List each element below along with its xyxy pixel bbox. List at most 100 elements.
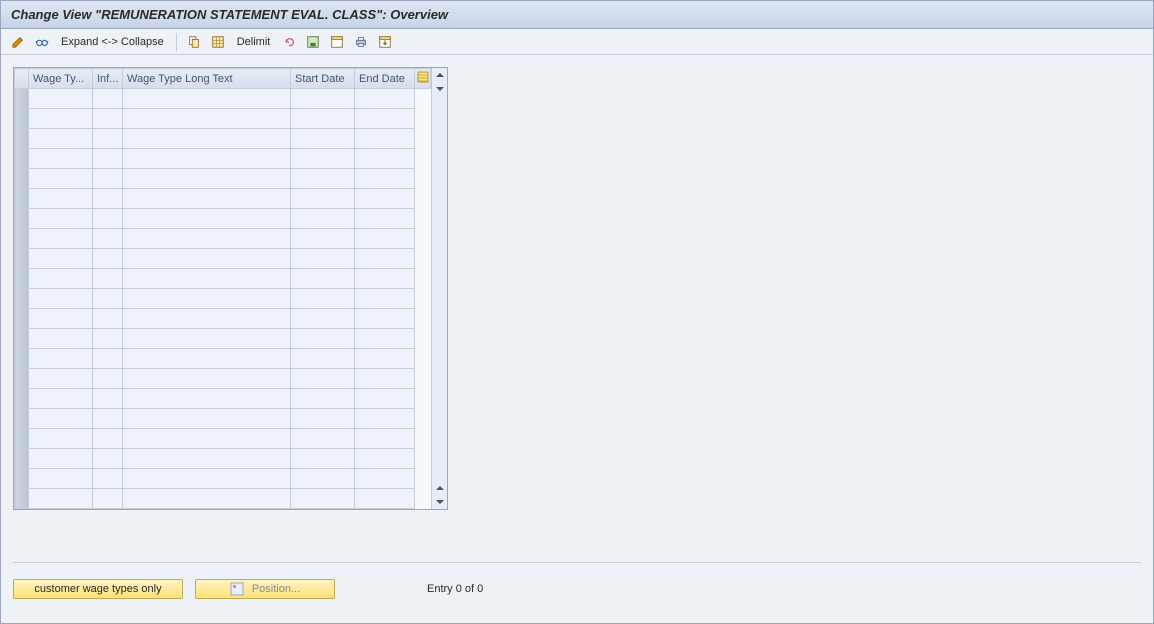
undo-icon[interactable] <box>280 33 298 51</box>
row-selector[interactable] <box>15 329 29 349</box>
row-selector[interactable] <box>15 189 29 209</box>
cell[interactable] <box>93 389 123 409</box>
cell[interactable] <box>93 489 123 509</box>
cell[interactable] <box>93 349 123 369</box>
cell[interactable] <box>355 409 415 429</box>
cell[interactable] <box>355 289 415 309</box>
cell[interactable] <box>93 409 123 429</box>
cell[interactable] <box>93 289 123 309</box>
export-icon[interactable] <box>376 33 394 51</box>
row-selector[interactable] <box>15 149 29 169</box>
cell[interactable] <box>93 89 123 109</box>
row-selector[interactable] <box>15 489 29 509</box>
cell[interactable] <box>355 389 415 409</box>
cell[interactable] <box>93 429 123 449</box>
cell[interactable] <box>29 429 93 449</box>
column-header[interactable]: End Date <box>355 69 415 89</box>
row-selector[interactable] <box>15 169 29 189</box>
cell[interactable] <box>291 449 355 469</box>
row-selector[interactable] <box>15 389 29 409</box>
cell[interactable] <box>93 209 123 229</box>
copy-icon[interactable] <box>185 33 203 51</box>
row-selector[interactable] <box>15 349 29 369</box>
row-selector[interactable] <box>15 269 29 289</box>
cell[interactable] <box>93 249 123 269</box>
cell[interactable] <box>29 129 93 149</box>
row-selector[interactable] <box>15 109 29 129</box>
cell[interactable] <box>29 389 93 409</box>
cell[interactable] <box>291 229 355 249</box>
cell[interactable] <box>355 469 415 489</box>
row-selector[interactable] <box>15 209 29 229</box>
row-selector[interactable] <box>15 289 29 309</box>
row-selector[interactable] <box>15 409 29 429</box>
cell[interactable] <box>123 329 291 349</box>
column-header[interactable]: Start Date <box>291 69 355 89</box>
cell[interactable] <box>291 289 355 309</box>
cell[interactable] <box>355 249 415 269</box>
cell[interactable] <box>291 429 355 449</box>
cell[interactable] <box>123 109 291 129</box>
cell[interactable] <box>355 449 415 469</box>
cell[interactable] <box>29 269 93 289</box>
cell[interactable] <box>123 129 291 149</box>
row-selector[interactable] <box>15 249 29 269</box>
scroll-down-small-icon[interactable] <box>433 82 447 96</box>
cell[interactable] <box>355 129 415 149</box>
cell[interactable] <box>291 409 355 429</box>
vertical-scrollbar[interactable] <box>431 68 447 509</box>
cell[interactable] <box>29 169 93 189</box>
cell[interactable] <box>291 489 355 509</box>
cell[interactable] <box>93 149 123 169</box>
save-variant-icon[interactable] <box>304 33 322 51</box>
cell[interactable] <box>355 209 415 229</box>
cell[interactable] <box>29 229 93 249</box>
delimit-label[interactable]: Delimit <box>233 36 275 48</box>
cell[interactable] <box>355 189 415 209</box>
cell[interactable] <box>291 129 355 149</box>
cell[interactable] <box>291 89 355 109</box>
row-selector[interactable] <box>15 449 29 469</box>
cell[interactable] <box>355 489 415 509</box>
cell[interactable] <box>93 229 123 249</box>
cell[interactable] <box>123 229 291 249</box>
cell[interactable] <box>123 209 291 229</box>
cell[interactable] <box>123 289 291 309</box>
cell[interactable] <box>93 369 123 389</box>
column-header[interactable]: Wage Type Long Text <box>123 69 291 89</box>
cell[interactable] <box>291 309 355 329</box>
cell[interactable] <box>29 249 93 269</box>
cell[interactable] <box>93 109 123 129</box>
cell[interactable] <box>123 369 291 389</box>
row-selector[interactable] <box>15 229 29 249</box>
cell[interactable] <box>355 149 415 169</box>
cell[interactable] <box>123 389 291 409</box>
glasses-details-icon[interactable] <box>33 33 51 51</box>
cell[interactable] <box>93 449 123 469</box>
cell[interactable] <box>291 469 355 489</box>
cell[interactable] <box>355 429 415 449</box>
cell[interactable] <box>29 149 93 169</box>
configure-columns-icon[interactable] <box>415 69 431 89</box>
cell[interactable] <box>29 489 93 509</box>
position-button[interactable]: Position... <box>195 579 335 599</box>
cell[interactable] <box>355 329 415 349</box>
cell[interactable] <box>291 109 355 129</box>
cell[interactable] <box>291 169 355 189</box>
cell[interactable] <box>291 329 355 349</box>
column-header[interactable]: Inf... <box>93 69 123 89</box>
cell[interactable] <box>291 269 355 289</box>
cell[interactable] <box>291 189 355 209</box>
cell[interactable] <box>93 469 123 489</box>
row-selector[interactable] <box>15 129 29 149</box>
cell[interactable] <box>29 449 93 469</box>
cell[interactable] <box>123 309 291 329</box>
column-header[interactable]: Wage Ty... <box>29 69 93 89</box>
cell[interactable] <box>355 109 415 129</box>
scroll-up-small-icon[interactable] <box>433 481 447 495</box>
cell[interactable] <box>29 329 93 349</box>
cell[interactable] <box>355 369 415 389</box>
cell[interactable] <box>123 89 291 109</box>
cell[interactable] <box>355 269 415 289</box>
cell[interactable] <box>123 449 291 469</box>
